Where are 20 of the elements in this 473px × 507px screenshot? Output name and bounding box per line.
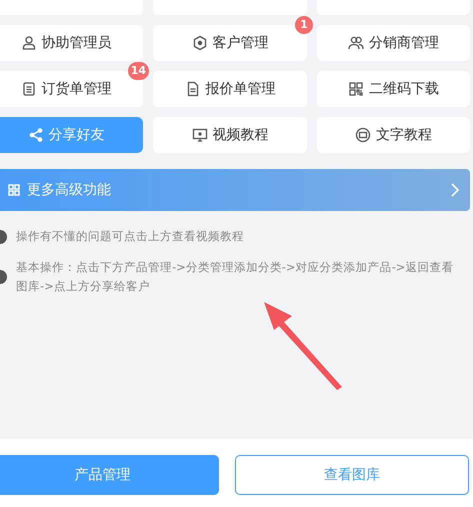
shield-icon <box>192 35 208 51</box>
share-icon <box>28 127 44 143</box>
menu-tile[interactable]: 二维码下载 <box>317 71 470 107</box>
book-icon <box>355 127 371 143</box>
people-icon <box>348 35 364 51</box>
tip-text: 操作有不懂的问题可点击上方查看视频教程 <box>16 228 245 245</box>
menu-tile[interactable]: 协助管理员 <box>0 25 143 61</box>
menu-tile[interactable]: 分销商管理 <box>317 25 470 61</box>
chevron-right-icon <box>450 183 460 197</box>
clipboard-icon <box>20 81 36 97</box>
tip-text: 基本操作：点击下方产品管理->分类管理添加分类->对应分类添加产品->返回查看图库->点上方分享给客户 <box>16 259 454 295</box>
qr-code-icon <box>348 81 364 97</box>
menu-tile[interactable]: 报价单管理 <box>153 71 307 107</box>
count-badge: 14 <box>128 62 149 80</box>
monitor-icon <box>192 127 208 143</box>
menu-tile[interactable]: 文字教程 <box>317 117 470 153</box>
count-badge: 1 <box>295 16 313 34</box>
menu-tile[interactable]: 视频教程 <box>153 117 307 153</box>
person-icon <box>20 35 36 51</box>
grid-icon <box>8 184 20 196</box>
